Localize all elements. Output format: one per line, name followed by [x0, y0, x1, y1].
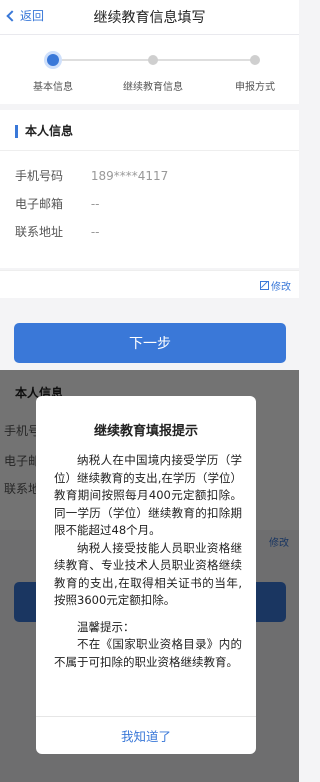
confirm-button[interactable]: 我知道了 — [36, 716, 256, 754]
edit-icon — [260, 281, 269, 290]
field-value: -- — [90, 197, 100, 211]
step-label-2: 继续教育信息 — [123, 82, 183, 93]
section-title: 本人信息 — [15, 125, 73, 138]
dialog-paragraph: 纳税人接受技能人员职业资格继续教育、专业技术人员职业资格继续教育的支出,在取得相… — [54, 540, 242, 608]
step-dot-2 — [148, 55, 158, 65]
step-label-1: 基本信息 — [33, 82, 73, 93]
edit-label: 修改 — [271, 282, 291, 293]
dialog-paragraph: 纳税人在中国境内接受学历（学位）继续教育的支出,在学历（学位）教育期间按照每月4… — [54, 453, 242, 537]
personal-info-card: 本人信息 手机号码 189****4117 电子邮箱 -- 联系地址 -- — [0, 110, 299, 268]
dialog-tip-text: 不在《国家职业资格目录》内的不属于可扣除的职业资格继续教育。 — [54, 637, 242, 669]
edit-bar: 修改 — [0, 270, 299, 298]
divider — [0, 150, 299, 151]
field-address: 联系地址 -- — [15, 223, 100, 240]
field-value: 189****4117 — [90, 169, 169, 183]
dialog-tip-heading: 温馨提示： — [77, 619, 135, 634]
edit-button[interactable]: 修改 — [260, 278, 291, 293]
field-label: 手机号码 — [15, 169, 64, 183]
step-dot-3 — [250, 55, 260, 65]
progress-stepper: 基本信息 继续教育信息 申报方式 — [0, 34, 299, 104]
chevron-left-icon — [6, 9, 18, 22]
notice-dialog: 继续教育填报提示 纳税人在中国境内接受学历（学位）继续教育的支出,在学历（学位）… — [36, 396, 256, 754]
field-email: 电子邮箱 -- — [15, 195, 100, 212]
field-label: 电子邮箱 — [15, 197, 64, 211]
field-value: -- — [90, 225, 100, 239]
field-phone: 手机号码 189****4117 — [15, 167, 168, 184]
step-label-3: 申报方式 — [235, 82, 275, 93]
dialog-title: 继续教育填报提示 — [93, 424, 198, 439]
dialog-body: 纳税人在中国境内接受学历（学位）继续教育的支出,在学历（学位）教育期间按照每月4… — [54, 452, 242, 671]
back-button[interactable]: 返回 — [6, 7, 45, 24]
nav-bar: 返回 继续教育信息填写 — [0, 0, 299, 34]
field-label: 联系地址 — [15, 225, 64, 239]
page-title: 继续教育信息填写 — [93, 10, 206, 26]
next-button[interactable]: 下一步 — [14, 323, 286, 363]
step-dot-1 — [47, 54, 59, 66]
back-label: 返回 — [20, 9, 45, 23]
